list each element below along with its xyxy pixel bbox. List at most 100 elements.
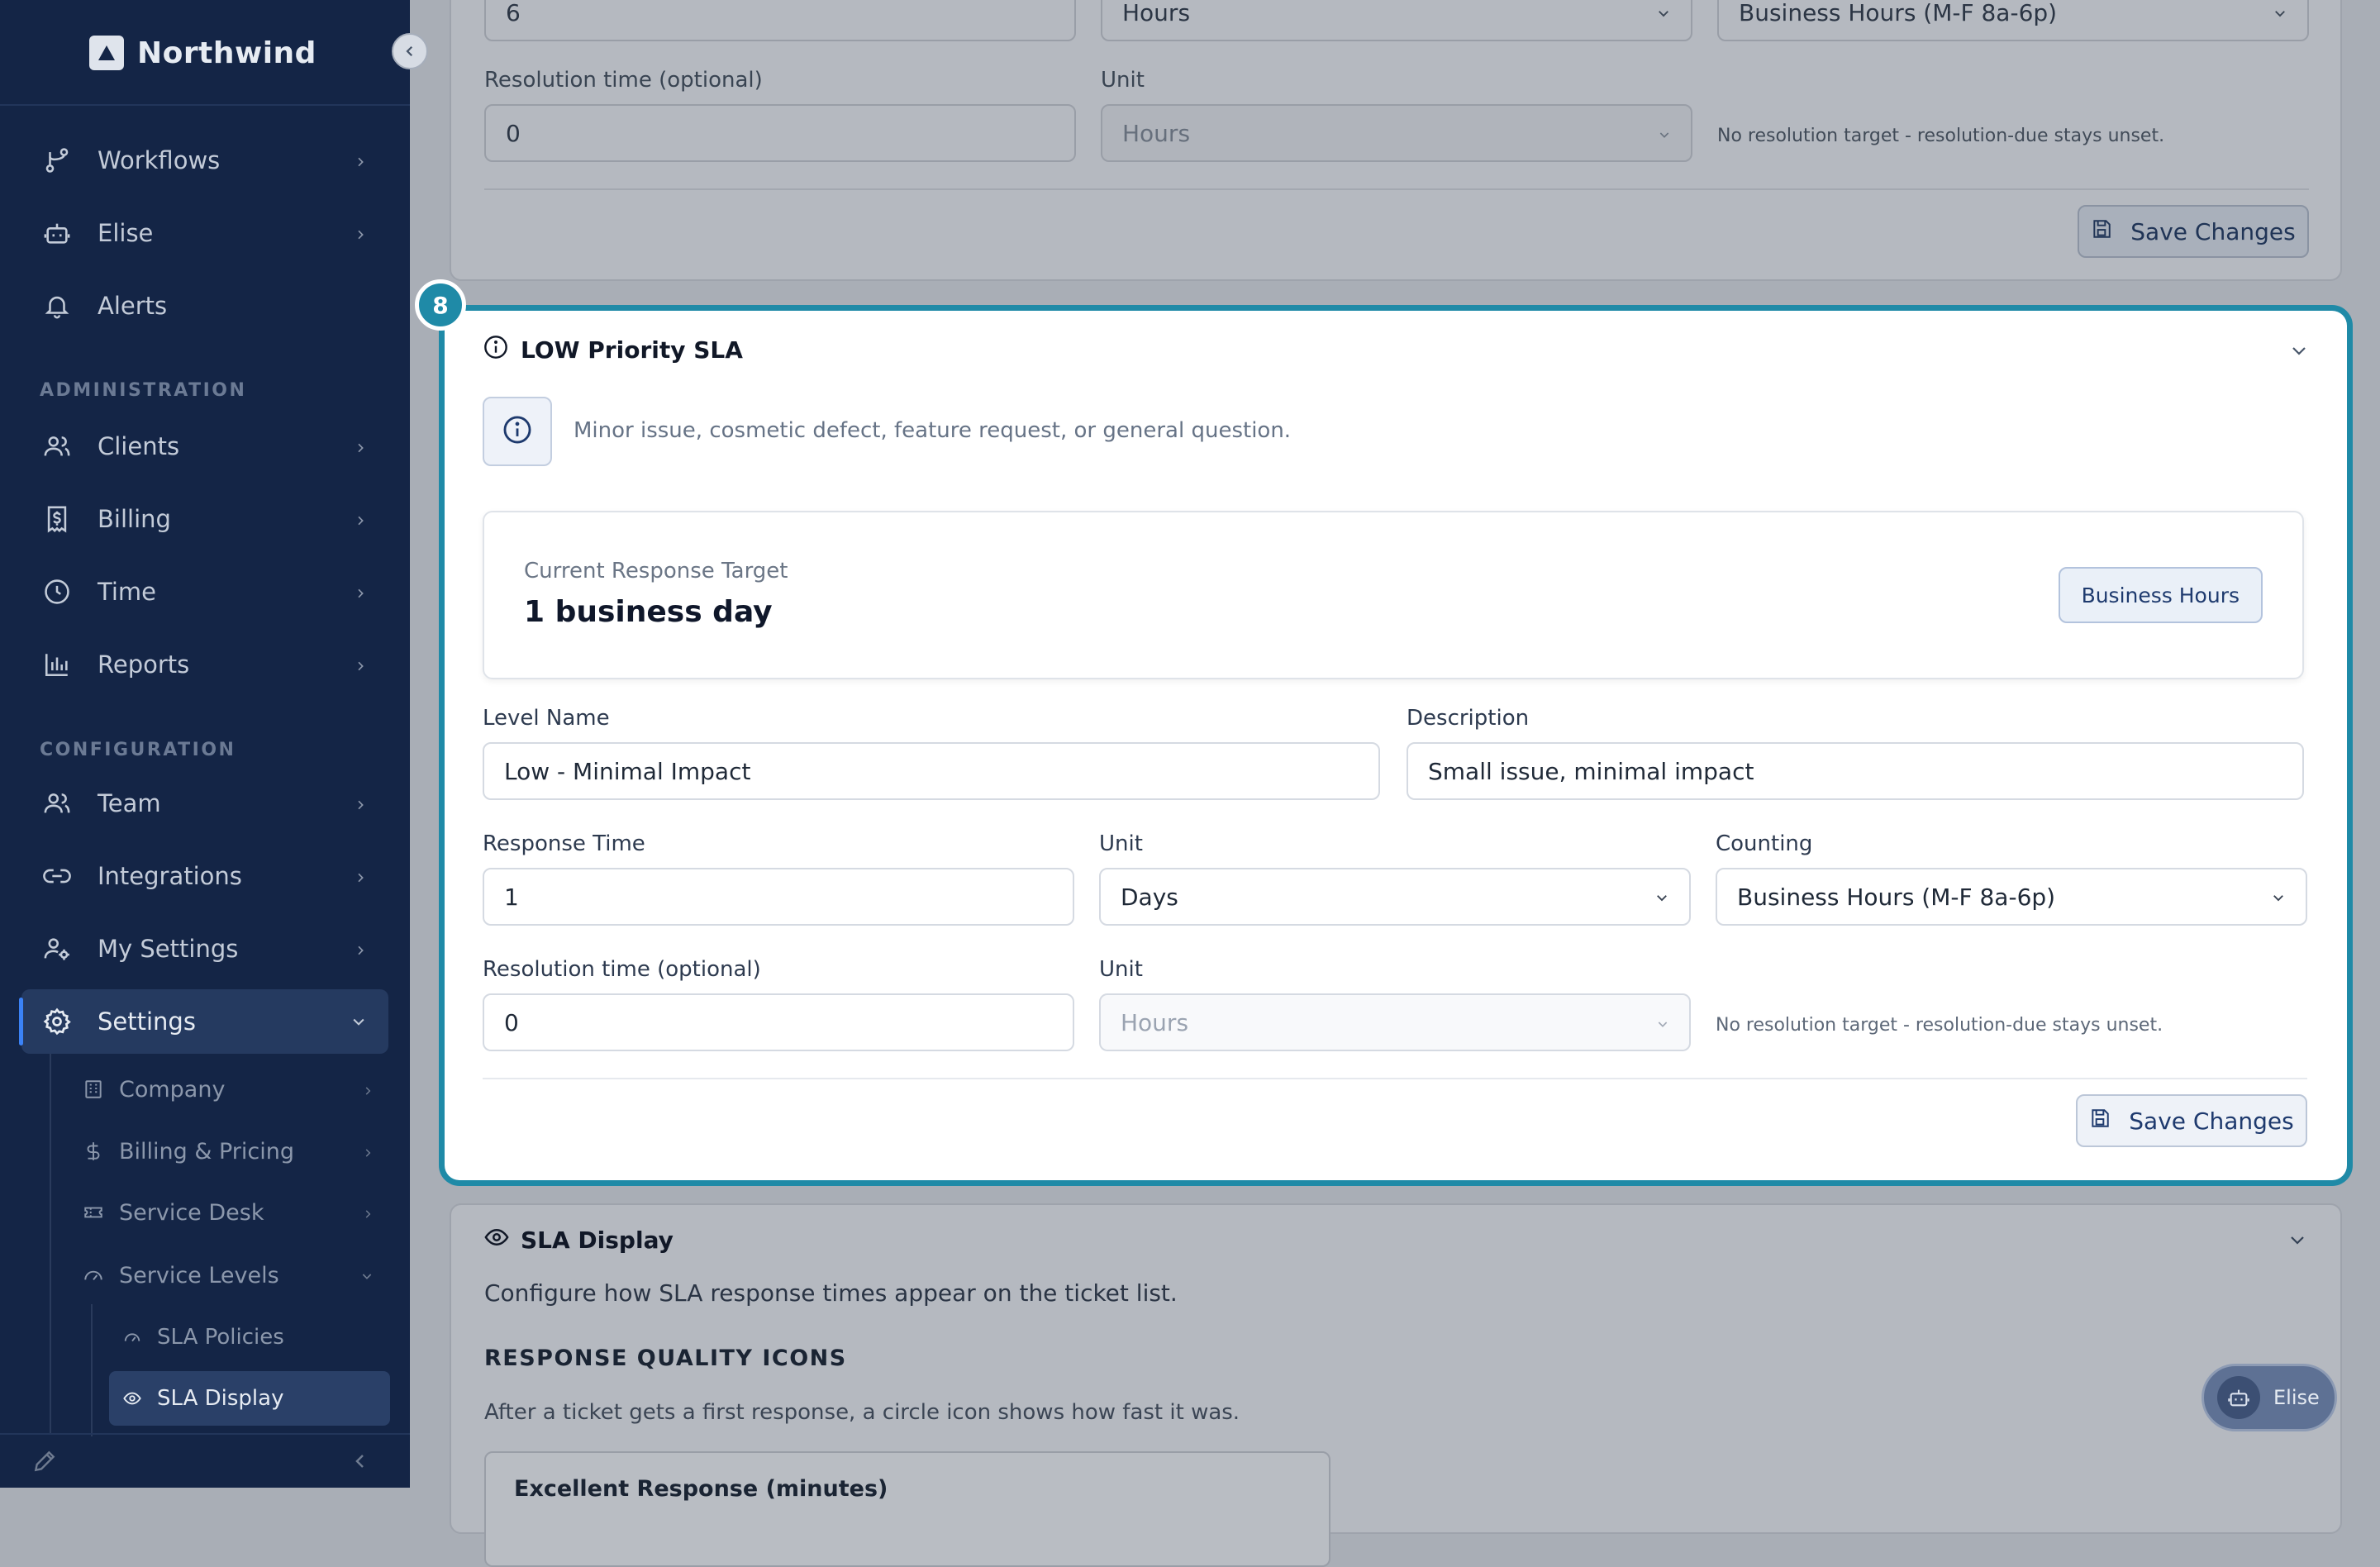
divider (483, 1078, 2307, 1079)
nav-label: Service Desk (119, 1199, 264, 1226)
select-value: Business Hours (M-F 8a-6p) (1737, 883, 2056, 911)
unit-label: Unit (1099, 831, 1143, 856)
resolution-time-input[interactable]: 0 (483, 993, 1074, 1051)
eye-icon (122, 1388, 142, 1408)
gauge-icon (122, 1327, 142, 1347)
nav-my-settings[interactable]: My Settings (21, 917, 388, 981)
nav-label: Billing (98, 505, 171, 533)
card-header[interactable]: LOW Priority SLA (483, 334, 743, 366)
save-changes-button[interactable]: Save Changes (2078, 205, 2309, 258)
response-time-input[interactable]: 1 (483, 868, 1074, 926)
collapse-chevron-icon[interactable] (2289, 341, 2309, 364)
sidebar: Northwind Workflows Elise Alerts ADMINIS… (0, 0, 410, 1488)
nav-clients[interactable]: Clients (21, 414, 388, 479)
select-value: Days (1121, 883, 1178, 911)
resolution-time-input[interactable]: 0 (484, 104, 1076, 162)
dollar-icon (81, 1139, 106, 1164)
description-input[interactable]: Small issue, minimal impact (1407, 742, 2304, 800)
counting-select[interactable]: Business Hours (M-F 8a-6p) (1717, 0, 2309, 41)
nav-sla-policies[interactable]: SLA Policies (109, 1310, 390, 1365)
nav-billing-pricing[interactable]: Billing & Pricing (66, 1124, 388, 1179)
nav-elise[interactable]: Elise (21, 201, 388, 265)
divider (484, 188, 2309, 190)
chevron-right-icon (354, 789, 367, 817)
gauge-icon (81, 1263, 106, 1288)
receipt-dollar-icon (40, 502, 74, 536)
low-priority-sla-card: 8 LOW Priority SLA Minor issue, cosmetic… (415, 279, 2342, 1175)
chevron-down-icon (2273, 0, 2287, 26)
card-header[interactable]: SLA Display (484, 1225, 674, 1255)
chevron-right-icon (354, 862, 367, 890)
resolution-unit-label: Unit (1101, 68, 1145, 93)
floppy-disk-icon (2091, 218, 2112, 245)
input-value: 0 (504, 1008, 519, 1036)
chevron-down-icon (350, 1007, 367, 1036)
section-description: After a ticket gets a first response, a … (484, 1400, 1240, 1425)
nav-service-levels[interactable]: Service Levels (66, 1248, 388, 1303)
select-value: Hours (1122, 119, 1191, 147)
collapse-sidebar-icon[interactable] (350, 1451, 370, 1474)
resolution-time-label: Resolution time (optional) (484, 68, 763, 93)
nav-label: Clients (98, 432, 180, 460)
nav-team[interactable]: Team (21, 771, 388, 836)
nav-label: Workflows (98, 146, 221, 174)
chevron-right-icon (362, 1200, 374, 1226)
section-configuration: CONFIGURATION (40, 740, 236, 760)
chevron-down-icon (1658, 120, 1671, 147)
nav-workflows[interactable]: Workflows (21, 128, 388, 193)
counting-label: Counting (1716, 831, 1813, 856)
excellent-response-field[interactable]: Excellent Response (minutes) (484, 1451, 1330, 1567)
section-heading: RESPONSE QUALITY ICONS (484, 1346, 847, 1371)
response-time-input[interactable]: 6 (484, 0, 1076, 41)
level-name-input[interactable]: Low - Minimal Impact (483, 742, 1380, 800)
nav-label: SLA Display (157, 1386, 284, 1411)
resolution-unit-label: Unit (1099, 957, 1143, 982)
nav-alerts[interactable]: Alerts (21, 274, 388, 338)
chevron-right-icon (354, 432, 367, 460)
nav-label: SLA Policies (157, 1325, 284, 1350)
input-value: 6 (506, 0, 521, 26)
nav-billing[interactable]: Billing (21, 487, 388, 551)
resolution-unit-select[interactable]: Hours (1101, 104, 1692, 162)
chevron-right-icon (354, 935, 367, 963)
button-label: Save Changes (2129, 1107, 2294, 1135)
nav-label: Integrations (98, 862, 242, 890)
chevron-right-icon (354, 219, 367, 247)
nav-label: Alerts (98, 292, 168, 320)
sidebar-collapse-button[interactable] (392, 33, 428, 69)
select-value: Business Hours (M-F 8a-6p) (1739, 0, 2058, 26)
nav-service-desk[interactable]: Service Desk (66, 1185, 388, 1240)
save-changes-button[interactable]: Save Changes (2076, 1094, 2307, 1147)
link-icon (40, 859, 74, 893)
nav-label: Billing & Pricing (119, 1138, 295, 1165)
nav-company[interactable]: Company (66, 1062, 388, 1117)
nav-settings[interactable]: Settings (19, 989, 388, 1054)
sidebar-footer (0, 1433, 410, 1489)
nav-integrations[interactable]: Integrations (21, 844, 388, 908)
nav-sla-display[interactable]: SLA Display (109, 1371, 390, 1426)
chevron-down-icon (1656, 0, 1671, 26)
chevron-right-icon (354, 146, 367, 174)
business-hours-badge[interactable]: Business Hours (2058, 567, 2263, 623)
nav-label: Elise (98, 219, 154, 247)
sla-display-card: SLA Display Configure how SLA response t… (450, 1203, 2342, 1567)
nav-label: Settings (98, 1007, 196, 1036)
brand-name: Northwind (137, 36, 317, 70)
nav-label: My Settings (98, 935, 239, 963)
northwind-logo-icon (89, 36, 124, 70)
brand[interactable]: Northwind (89, 33, 317, 73)
resolution-time-label: Resolution time (optional) (483, 957, 761, 982)
counting-select[interactable]: Business Hours (M-F 8a-6p) (1716, 868, 2307, 926)
unit-select[interactable]: Hours (1101, 0, 1692, 41)
elise-assistant-button[interactable]: Elise (2202, 1364, 2337, 1431)
collapse-chevron-icon[interactable] (2287, 1230, 2307, 1253)
response-time-label: Response Time (483, 831, 645, 856)
nav-reports[interactable]: Reports (21, 632, 388, 697)
resolution-unit-select[interactable]: Hours (1099, 993, 1691, 1051)
unit-select[interactable]: Days (1099, 868, 1691, 926)
ticket-icon (81, 1200, 106, 1225)
pencil-icon[interactable] (31, 1448, 58, 1478)
user-cog-icon (40, 931, 74, 966)
nav-time[interactable]: Time (21, 560, 388, 624)
step-badge: 8 (415, 279, 466, 331)
